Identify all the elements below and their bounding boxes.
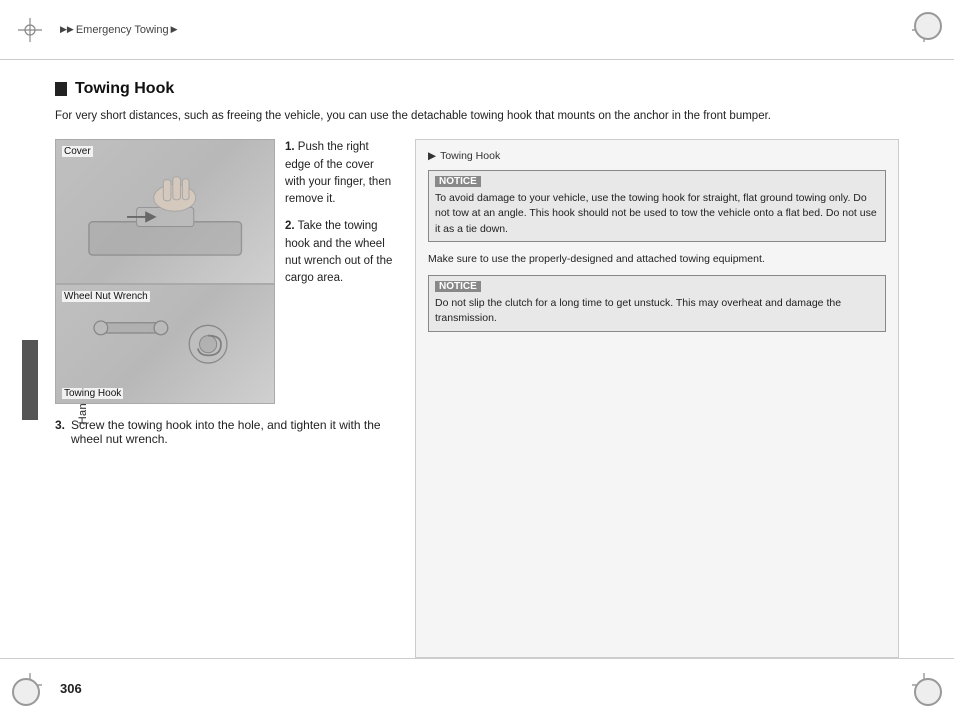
sidebar-tab [22, 340, 38, 420]
page-number: 306 [60, 681, 82, 696]
notice-1-label: NOTICE [435, 176, 481, 187]
right-col-title-text: Towing Hook [440, 150, 500, 162]
right-col-title-arrow: ▶ [428, 150, 436, 162]
notice-separator: Make sure to use the properly-designed a… [428, 252, 886, 267]
left-column: Cover [55, 139, 395, 658]
step-1: 1. Push the right edge of the cover with… [285, 139, 395, 208]
breadcrumb-suffix-arrow: ▶ [171, 24, 178, 35]
right-col-title: ▶ Towing Hook [428, 150, 886, 162]
notice-box-2: NOTICE Do not slip the clutch for a long… [428, 275, 886, 331]
breadcrumb-prefix-arrow: ▶▶ [60, 24, 74, 35]
step-2-number: 2. [285, 220, 295, 232]
step-3-number: 3. [55, 418, 65, 432]
intro-text: For very short distances, such as freein… [55, 108, 899, 125]
image-cover-label: Cover [62, 146, 93, 157]
breadcrumb: ▶▶ Emergency Towing ▶ [60, 24, 178, 36]
step-3-text: Screw the towing hook into the hole, and… [71, 418, 395, 446]
image-hook: Wheel Nut Wrench Towing Hook [55, 284, 275, 404]
steps-and-images: Cover [55, 139, 395, 404]
step-2: 2. Take the towing hook and the wheel nu… [285, 218, 395, 287]
notice-2-text: Do not slip the clutch for a long time t… [435, 296, 879, 326]
image-cover: Cover [55, 139, 275, 284]
image-towing-hook-label: Towing Hook [62, 388, 123, 399]
section-title-bar: Towing Hook [55, 80, 899, 98]
breadcrumb-section: Emergency Towing [76, 24, 169, 36]
page-header: ▶▶ Emergency Towing ▶ [0, 0, 954, 60]
notice-2-label: NOTICE [435, 281, 481, 292]
step-1-text: Push the right edge of the cover with yo… [285, 141, 391, 205]
step-1-number: 1. [285, 141, 295, 153]
main-content: Towing Hook For very short distances, su… [55, 60, 899, 658]
notice-1-text: To avoid damage to your vehicle, use the… [435, 191, 879, 237]
section-title-icon [55, 82, 67, 96]
section-title: Towing Hook [75, 80, 174, 98]
right-column: ▶ Towing Hook NOTICE To avoid damage to … [415, 139, 899, 658]
page-footer: 306 [0, 658, 954, 718]
images-stack: Cover [55, 139, 275, 404]
two-col-layout: Cover [55, 139, 899, 658]
step-2-text: Take the towing hook and the wheel nut w… [285, 220, 392, 284]
steps-column: 1. Push the right edge of the cover with… [285, 139, 395, 404]
notice-box-1: NOTICE To avoid damage to your vehicle, … [428, 170, 886, 242]
image-wheel-nut-label: Wheel Nut Wrench [62, 291, 150, 302]
step-3: 3. Screw the towing hook into the hole, … [55, 418, 395, 446]
